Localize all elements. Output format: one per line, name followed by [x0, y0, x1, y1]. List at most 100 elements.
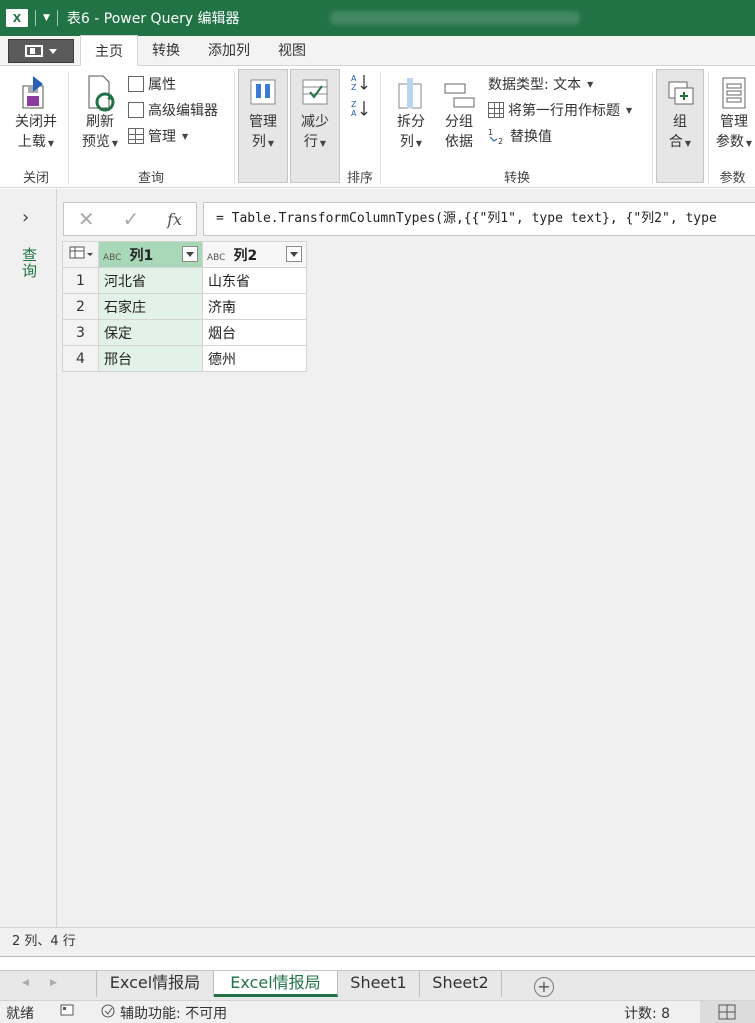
- add-sheet-plus-icon[interactable]: +: [534, 977, 554, 997]
- table-cell[interactable]: 烟台: [202, 319, 307, 346]
- sheet-tab-active[interactable]: Excel情报局: [214, 971, 338, 997]
- group-by-label-1: 分组: [445, 114, 473, 130]
- close-and-load-button[interactable]: 关闭并 上载 ▼: [10, 70, 62, 154]
- group-sort: A Z Z A 排序: [342, 66, 378, 188]
- text-type-icon[interactable]: ABC: [103, 253, 125, 263]
- file-icon: [25, 45, 43, 57]
- reduce-rows-label-1: 减少: [301, 114, 329, 130]
- svg-text:Z: Z: [351, 100, 357, 109]
- row-number[interactable]: 1: [62, 267, 99, 294]
- svg-text:1: 1: [488, 128, 493, 137]
- svg-text:Z: Z: [351, 83, 357, 92]
- accessibility-status[interactable]: 辅助功能: 不可用: [120, 1003, 227, 1023]
- queries-pane-label[interactable]: 查询: [22, 247, 40, 279]
- combine-button[interactable]: 组 合 ▼: [656, 69, 704, 183]
- column-filter-dropdown-icon[interactable]: [286, 246, 302, 262]
- tab-transform[interactable]: 转换: [138, 35, 194, 65]
- use-first-row-as-headers-button[interactable]: 将第一行用作标题 ▼: [488, 100, 632, 120]
- scroll-left-icon[interactable]: ◀: [22, 978, 29, 988]
- close-load-label-1: 关闭并: [15, 114, 57, 130]
- table-cell[interactable]: 保定: [98, 319, 203, 346]
- group-by-button[interactable]: 分组 依据: [436, 70, 482, 152]
- table-icon: [128, 128, 144, 144]
- tab-view[interactable]: 视图: [264, 35, 320, 65]
- sort-ascending-icon[interactable]: A Z: [350, 72, 370, 92]
- table-menu-button[interactable]: [62, 241, 99, 268]
- data-type-dropdown[interactable]: 数据类型: 文本 ▼: [488, 74, 593, 94]
- manage-parameters-button[interactable]: 管理 参数 ▼: [712, 70, 755, 154]
- table-cell[interactable]: 石家庄: [98, 293, 203, 320]
- manage-columns-label-1: 管理: [249, 114, 277, 130]
- group-label-close: 关闭: [22, 171, 49, 186]
- group-label-parameters: 参数: [719, 171, 746, 186]
- refresh-label-2: 预览 ▼: [81, 134, 119, 150]
- table-cell[interactable]: 济南: [202, 293, 307, 320]
- replace-values-icon: 1 2: [488, 128, 503, 145]
- query-status-bar: 2 列、4 行: [0, 927, 755, 956]
- file-menu-button[interactable]: [8, 39, 74, 63]
- table-cell[interactable]: 山东省: [202, 267, 307, 294]
- sort-descending-icon[interactable]: Z A: [350, 98, 370, 118]
- row-number[interactable]: 2: [62, 293, 99, 320]
- scroll-right-icon[interactable]: ▶: [50, 978, 57, 988]
- normal-view-grid-icon[interactable]: [700, 1001, 755, 1023]
- sheet-tab[interactable]: Sheet1: [338, 971, 420, 997]
- replace-values-button[interactable]: 1 2 替换值: [488, 126, 552, 146]
- excel-status-bar: 就绪 辅助功能: 不可用 计数: 8: [0, 1000, 755, 1023]
- formula-input[interactable]: = Table.TransformColumnTypes(源,{{"列1", t…: [203, 202, 755, 236]
- commit-formula-icon[interactable]: ✓: [123, 207, 140, 231]
- table-row: 2 石家庄 济南: [62, 293, 307, 320]
- group-label-sort: 排序: [346, 171, 373, 186]
- tab-home[interactable]: 主页: [80, 35, 138, 66]
- properties-icon: [128, 76, 144, 92]
- data-preview-table: ABC 列1 ABC 列2 1 河北省 山东省 2 石家庄 济南 3 保定 烟台: [62, 241, 307, 372]
- column-name: 列1: [129, 247, 154, 264]
- refresh-preview-button[interactable]: 刷新 预览 ▼: [74, 70, 126, 154]
- count-status: 计数: 8: [624, 1006, 671, 1022]
- group-transform: 拆分 列 ▼ 分组 依据 数据类型: 文本 ▼ 将第一行用作标题 ▼ 1 2 替…: [382, 66, 652, 188]
- worksheet-strip: [0, 956, 755, 970]
- manage-params-label-2: 参数 ▼: [715, 134, 753, 150]
- fx-icon[interactable]: fx: [167, 210, 182, 229]
- split-column-button[interactable]: 拆分 列 ▼: [386, 70, 436, 154]
- replace-values-label: 替换值: [510, 129, 552, 145]
- text-type-icon[interactable]: ABC: [207, 253, 229, 263]
- group-separator: [68, 72, 69, 184]
- reduce-rows-label-2: 行 ▼: [303, 134, 327, 150]
- split-label-2: 列 ▼: [399, 134, 423, 150]
- properties-label: 属性: [148, 77, 176, 93]
- reduce-rows-button[interactable]: 减少 行 ▼: [290, 69, 340, 183]
- quick-access-dropdown-icon[interactable]: ▼: [43, 13, 50, 23]
- expand-queries-chevron-right-icon[interactable]: ›: [22, 207, 29, 228]
- tab-add-column[interactable]: 添加列: [194, 35, 264, 65]
- column-header-col2[interactable]: ABC 列2: [202, 241, 307, 268]
- macro-record-icon[interactable]: [60, 1003, 74, 1021]
- table-cell[interactable]: 邢台: [98, 345, 203, 372]
- column-header-col1[interactable]: ABC 列1: [98, 241, 203, 268]
- group-query: 刷新 预览 ▼ 属性 高级编辑器 管理 ▼ 查询: [70, 66, 232, 188]
- excel-logo-icon: X: [6, 9, 28, 27]
- cancel-formula-icon[interactable]: ✕: [78, 207, 95, 231]
- sort-buttons: A Z Z A: [350, 72, 370, 118]
- table-cell[interactable]: 德州: [202, 345, 307, 372]
- sheet-tab[interactable]: Sheet2: [420, 971, 502, 997]
- table-header-icon: [488, 102, 504, 118]
- properties-button[interactable]: 属性: [128, 74, 176, 94]
- row-number[interactable]: 3: [62, 319, 99, 346]
- refresh-icon: [83, 74, 117, 112]
- manage-params-label-1: 管理: [720, 114, 748, 130]
- table-cell[interactable]: 河北省: [98, 267, 203, 294]
- title-separator: [56, 10, 58, 26]
- row-number[interactable]: 4: [62, 345, 99, 372]
- combine-label-2: 合 ▼: [668, 134, 692, 150]
- window-title: 表6 - Power Query 编辑器: [66, 11, 240, 27]
- accessibility-icon[interactable]: [100, 1003, 118, 1023]
- sheet-tab[interactable]: Excel情报局: [96, 971, 214, 997]
- main-area: ✕ ✓ fx = Table.TransformColumnTypes(源,{{…: [57, 189, 755, 927]
- first-row-header-label: 将第一行用作标题: [508, 103, 620, 119]
- advanced-editor-button[interactable]: 高级编辑器: [128, 100, 218, 120]
- group-parameters: 管理 参数 ▼ 参数: [710, 66, 755, 188]
- manage-columns-button[interactable]: 管理 列 ▼: [238, 69, 288, 183]
- manage-button[interactable]: 管理 ▼: [128, 126, 188, 146]
- column-filter-dropdown-icon[interactable]: [182, 246, 198, 262]
